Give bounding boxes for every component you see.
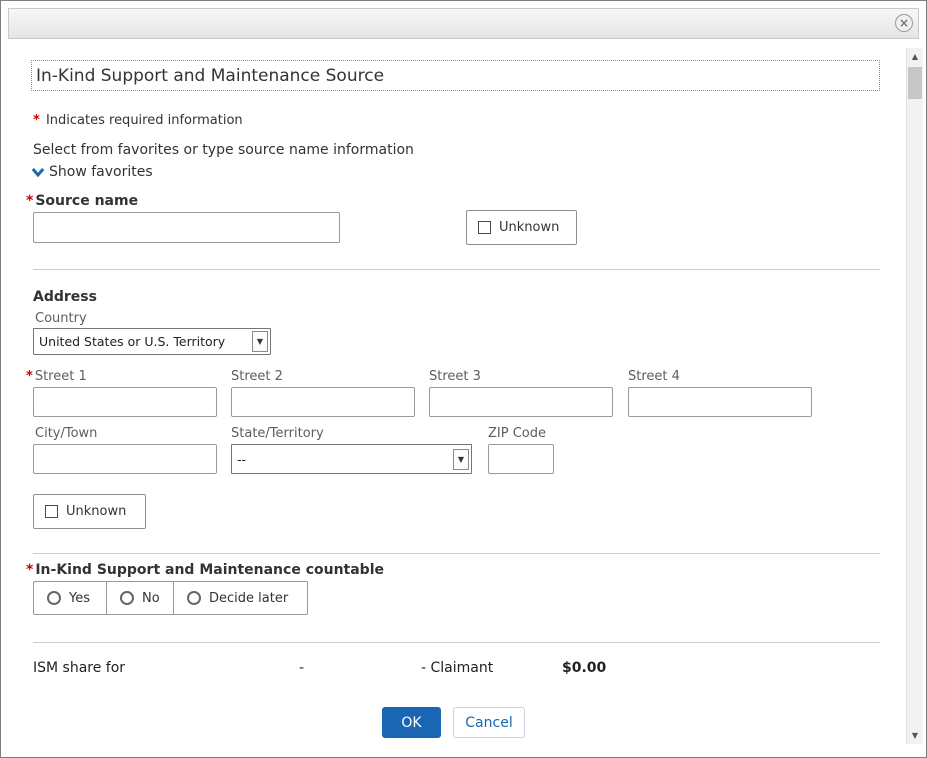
dialog-titlebar: × xyxy=(8,8,919,39)
required-asterisk: * xyxy=(33,113,40,128)
radio-option-yes[interactable]: Yes xyxy=(34,582,107,614)
cancel-button[interactable]: Cancel xyxy=(453,707,525,738)
required-note: * Indicates required information xyxy=(33,113,243,128)
radio-option-no[interactable]: No xyxy=(107,582,174,614)
radio-icon xyxy=(47,591,61,605)
section-divider xyxy=(33,642,880,643)
scrollbar-thumb[interactable] xyxy=(908,67,922,99)
country-select-value: United States or U.S. Territory xyxy=(34,334,252,349)
countable-radio-group: Yes No Decide later xyxy=(33,581,308,615)
chevron-down-icon: ▼ xyxy=(252,331,268,352)
radio-label-no: No xyxy=(142,591,160,606)
ism-share-value1: - xyxy=(299,660,304,676)
radio-label-decide-later: Decide later xyxy=(209,591,288,606)
state-select-value: -- xyxy=(232,452,453,467)
street3-label: Street 3 xyxy=(429,369,481,384)
source-unknown-label: Unknown xyxy=(499,220,559,235)
country-label: Country xyxy=(35,311,87,326)
country-select[interactable]: United States or U.S. Territory ▼ xyxy=(33,328,271,355)
vertical-scrollbar[interactable]: ▲ ▼ xyxy=(906,48,923,744)
checkbox-icon xyxy=(45,505,58,518)
street1-label: *Street 1 xyxy=(26,369,87,384)
section-divider xyxy=(33,553,880,554)
required-asterisk: * xyxy=(26,562,33,578)
chevron-down-icon: ▼ xyxy=(453,449,469,470)
ok-button[interactable]: OK xyxy=(382,707,441,738)
ism-share-prefix: ISM share for xyxy=(33,660,125,676)
street2-input[interactable] xyxy=(231,387,415,417)
address-unknown-checkbox[interactable]: Unknown xyxy=(33,494,146,529)
zip-label: ZIP Code xyxy=(488,426,546,441)
show-favorites-label: Show favorites xyxy=(49,164,153,180)
state-select[interactable]: -- ▼ xyxy=(231,444,472,474)
chevron-down-icon xyxy=(31,166,45,178)
ism-share-amount: $0.00 xyxy=(562,660,606,676)
state-label: State/Territory xyxy=(231,426,324,441)
section-divider xyxy=(33,269,880,270)
show-favorites-link[interactable]: Show favorites xyxy=(31,164,153,180)
source-name-label: *Source name xyxy=(26,193,138,209)
dialog-title-box: In-Kind Support and Maintenance Source xyxy=(31,60,880,91)
scroll-down-icon[interactable]: ▼ xyxy=(907,727,923,744)
address-unknown-label: Unknown xyxy=(66,504,126,519)
required-asterisk: * xyxy=(26,193,33,209)
zip-input[interactable] xyxy=(488,444,554,474)
source-name-input[interactable] xyxy=(33,212,340,243)
city-input[interactable] xyxy=(33,444,217,474)
dialog-window: × ▲ ▼ In-Kind Support and Maintenance So… xyxy=(0,0,927,758)
required-asterisk: * xyxy=(26,369,33,384)
street3-input[interactable] xyxy=(429,387,613,417)
radio-icon xyxy=(120,591,134,605)
street1-input[interactable] xyxy=(33,387,217,417)
street4-label: Street 4 xyxy=(628,369,680,384)
countable-label: *In-Kind Support and Maintenance countab… xyxy=(26,562,384,578)
ism-share-value2: - Claimant xyxy=(421,660,493,676)
page-title: In-Kind Support and Maintenance Source xyxy=(32,66,384,86)
scroll-up-icon[interactable]: ▲ xyxy=(907,48,923,65)
street4-input[interactable] xyxy=(628,387,812,417)
address-heading: Address xyxy=(33,289,97,305)
source-unknown-checkbox[interactable]: Unknown xyxy=(466,210,577,245)
favorites-prompt: Select from favorites or type source nam… xyxy=(33,142,414,158)
radio-label-yes: Yes xyxy=(69,591,90,606)
required-note-text: Indicates required information xyxy=(46,113,243,128)
checkbox-icon xyxy=(478,221,491,234)
close-icon[interactable]: × xyxy=(895,14,913,32)
city-label: City/Town xyxy=(35,426,97,441)
radio-icon xyxy=(187,591,201,605)
radio-option-decide-later[interactable]: Decide later xyxy=(174,582,307,614)
street2-label: Street 2 xyxy=(231,369,283,384)
